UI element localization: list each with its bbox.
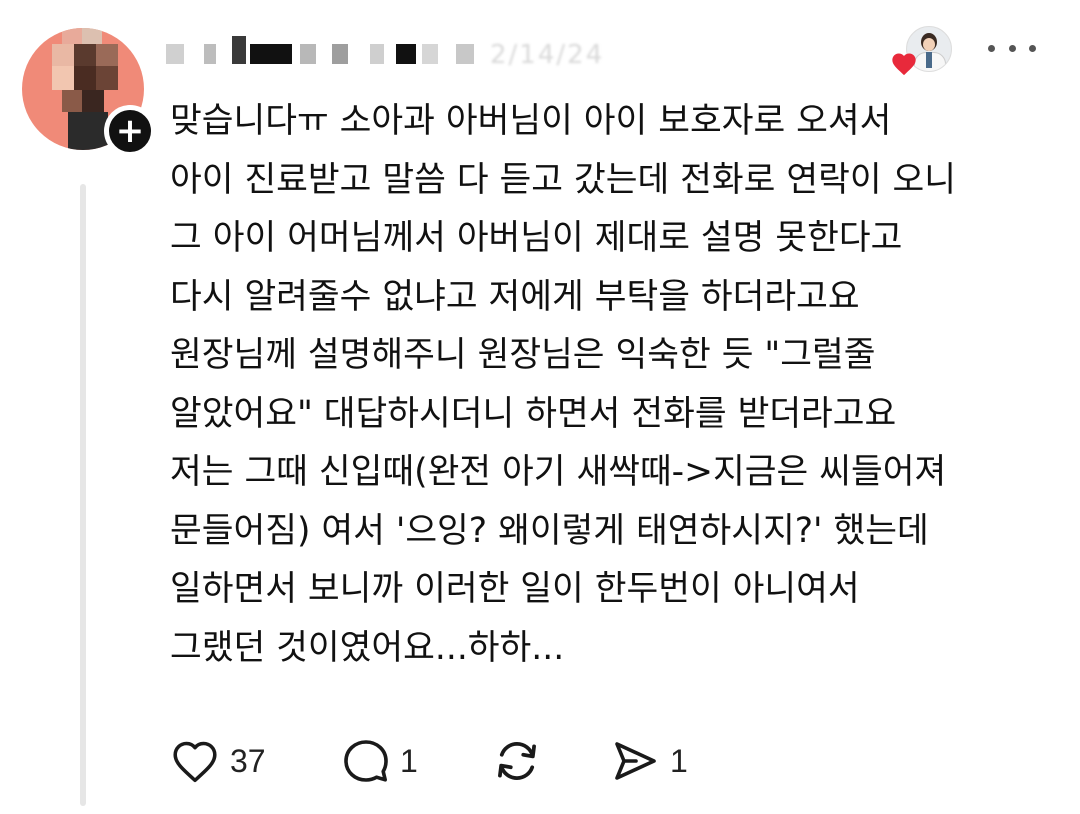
reply-button[interactable]: 1 [342,733,418,789]
repost-button[interactable] [492,733,542,789]
avatar-tie [926,52,932,68]
more-dot-icon [988,44,995,52]
reply-post: + 2/14/24 맞습니다ㅠ 소아과 아버님이 아이 보호자로 오셔서 아이 … [0,0,1080,814]
avatar-pixel [82,28,102,44]
body-line: 원장님께 설명해주니 원장님은 익숙한 듯 "그럴줄 [170,335,876,375]
avatar-pixel [96,66,118,90]
avatar-pixel [74,44,96,66]
action-bar: 37 1 1 [170,733,730,789]
share-count: 1 [670,742,688,779]
post-body: 맞습니다ㅠ 소아과 아버님이 아이 보호자로 오셔서 아이 진료받고 말씀 다 … [170,92,1070,677]
body-line: 그랬던 것이였어요...하하... [170,627,565,668]
body-line: 그 아이 어머님께서 아버님이 제대로 설명 못한다고 [170,218,903,258]
heart-badge-icon [892,53,916,76]
plus-icon: + [115,111,145,151]
more-dot-icon [1029,44,1036,52]
body-line: 문들어짐) 여서 '으잉? 왜이렇게 태연하시지?' 했는데 [170,510,929,551]
username-pixel [300,44,316,64]
username-pixel [456,44,474,64]
body-line: 맞습니다ㅠ 소아과 아버님이 아이 보호자로 오셔서 [170,101,892,141]
avatar-pixel [62,28,82,44]
avatar-pixel [68,112,108,150]
body-line: 아이 진료받고 말씀 다 듣고 갔는데 전화로 연락이 오니 [170,159,957,200]
username-pixel [396,44,416,64]
username-pixel [166,44,184,64]
avatar-face [923,38,935,51]
username-pixel [422,44,438,64]
more-dot-icon [1008,44,1016,52]
username-pixel [370,44,384,64]
thread-line [80,184,86,806]
username-pixel [250,44,292,64]
comment-bubble-icon [344,740,388,782]
like-count: 37 [230,742,266,779]
post-date: 2/14/24 [490,40,605,70]
username-pixel [232,36,246,64]
body-line: 일하면서 보니까 이러한 일이 한두번이 아니여서 [170,569,860,609]
username-pixel [332,44,348,64]
like-button[interactable]: 37 [170,733,266,789]
send-arrow-icon [615,742,656,780]
body-line: 알았어요" 대답하시더니 하면서 전화를 받더라고요 [170,393,897,434]
avatar-pixel [82,90,104,112]
author-username[interactable]: 2/14/24 [160,26,640,70]
username-pixel [204,44,216,64]
reply-count: 1 [400,742,418,779]
follow-button[interactable]: + [104,105,156,157]
more-options-button[interactable] [988,30,1036,66]
body-line: 저는 그때 신입때(완전 아기 새싹때->지금은 씨들어져 [170,452,947,492]
avatar-pixel [52,66,74,90]
avatar-pixel [62,90,82,112]
avatar-pixel [96,44,118,66]
avatar-pixel [74,66,96,90]
repost-arrows-icon [498,742,536,780]
body-line: 다시 알려줄수 없냐고 저에게 부탁을 하더라고요 [170,276,860,317]
avatar-pixel [52,44,74,66]
heart-outline-icon [173,741,217,783]
share-button[interactable]: 1 [610,733,688,789]
